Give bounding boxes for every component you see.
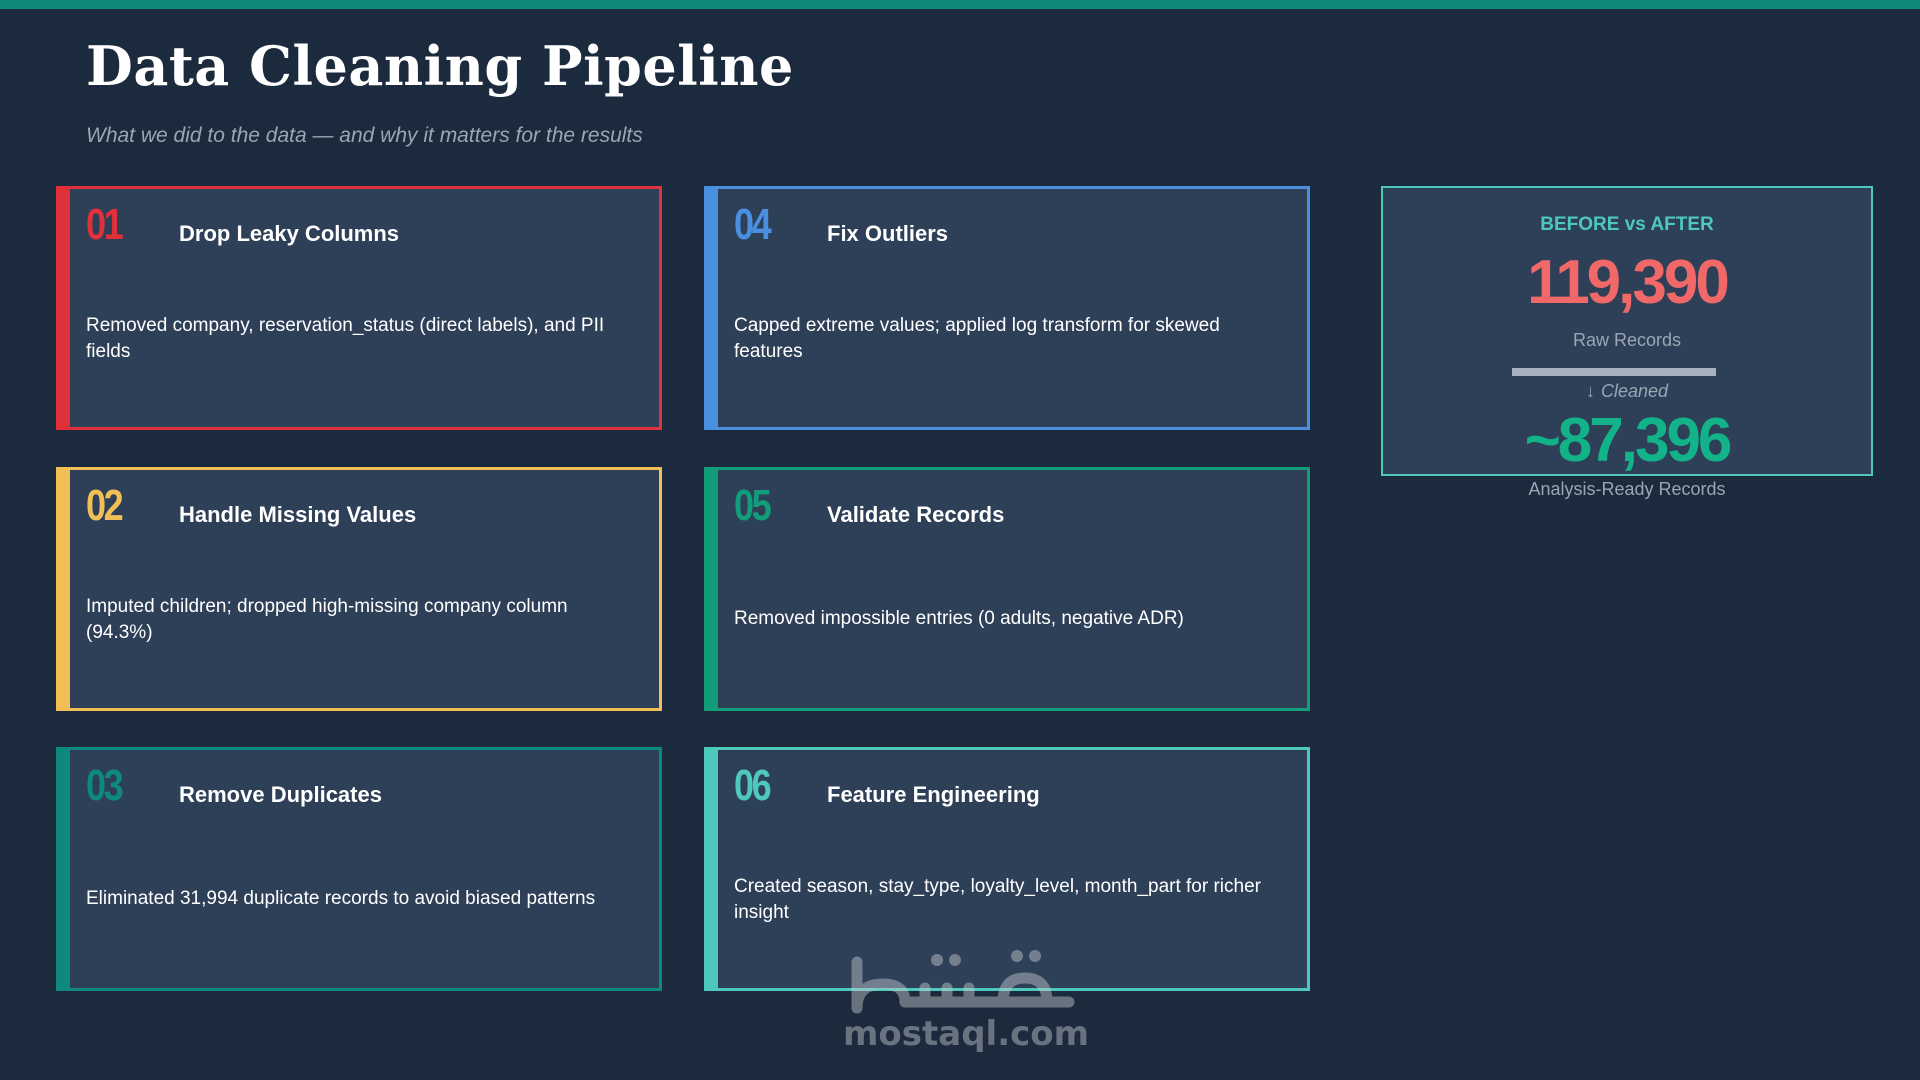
mostaql-logo-icon: [851, 950, 1075, 1014]
clean-records-value: ~87,396: [1524, 406, 1733, 475]
step-number: 06: [734, 761, 772, 810]
step-title: Drop Leaky Columns: [179, 221, 400, 246]
step-title: Feature Engineering: [827, 782, 1040, 807]
raw-records-value: 119,390: [1527, 248, 1730, 317]
cleaned-label: Cleaned: [1600, 381, 1669, 401]
raw-records-label: Raw Records: [1572, 330, 1682, 350]
step-description: Created season, stay_type, loyalty_level…: [734, 876, 1261, 923]
slide: Data Cleaning Pipeline What we did to th…: [0, 0, 1920, 1080]
step-card-04: 04 Fix Outliers Capped extreme values; a…: [704, 186, 1310, 430]
step-number: 01: [86, 200, 124, 249]
arrow-down-icon: ↓: [1585, 381, 1595, 401]
step-description: Removed company, reservation_status (dir…: [86, 315, 605, 362]
step-card-02: 02 Handle Missing Values Imputed childre…: [56, 467, 662, 711]
step-title: Fix Outliers: [827, 221, 949, 246]
cleaned-indicator: ↓ Cleaned: [1383, 381, 1871, 402]
step-description: Imputed children; dropped high-missing c…: [86, 596, 568, 643]
step-title: Validate Records: [827, 502, 1005, 527]
step-description: Eliminated 31,994 duplicate records to a…: [86, 888, 596, 909]
reduction-bar: [1512, 368, 1716, 376]
watermark-text: mostaql.com: [843, 1014, 1090, 1054]
step-card-03: 03 Remove Duplicates Eliminated 31,994 d…: [56, 747, 662, 991]
step-number: 03: [86, 761, 124, 810]
step-number: 04: [734, 200, 772, 249]
step-title: Remove Duplicates: [179, 782, 382, 807]
step-card-01: 01 Drop Leaky Columns Removed company, r…: [56, 186, 662, 430]
page-title: Data Cleaning Pipeline: [86, 34, 794, 98]
page-subtitle: What we did to the data — and why it mat…: [86, 124, 643, 147]
step-title: Handle Missing Values: [179, 502, 417, 527]
step-description: Removed impossible entries (0 adults, ne…: [734, 608, 1184, 629]
watermark: mostaql.com: [843, 938, 1090, 1058]
before-after-header: BEFORE vs AFTER: [1540, 214, 1714, 235]
step-description: Capped extreme values; applied log trans…: [734, 315, 1220, 362]
before-after-panel: BEFORE vs AFTER 119,390 Raw Records ↓ Cle…: [1381, 186, 1873, 476]
top-accent-bar: [0, 0, 1920, 9]
clean-records-label: Analysis-Ready Records: [1528, 479, 1726, 499]
step-number: 02: [86, 481, 124, 530]
step-card-05: 05 Validate Records Removed impossible e…: [704, 467, 1310, 711]
reduction-bar-fill: [1512, 368, 1716, 376]
step-number: 05: [734, 481, 772, 530]
